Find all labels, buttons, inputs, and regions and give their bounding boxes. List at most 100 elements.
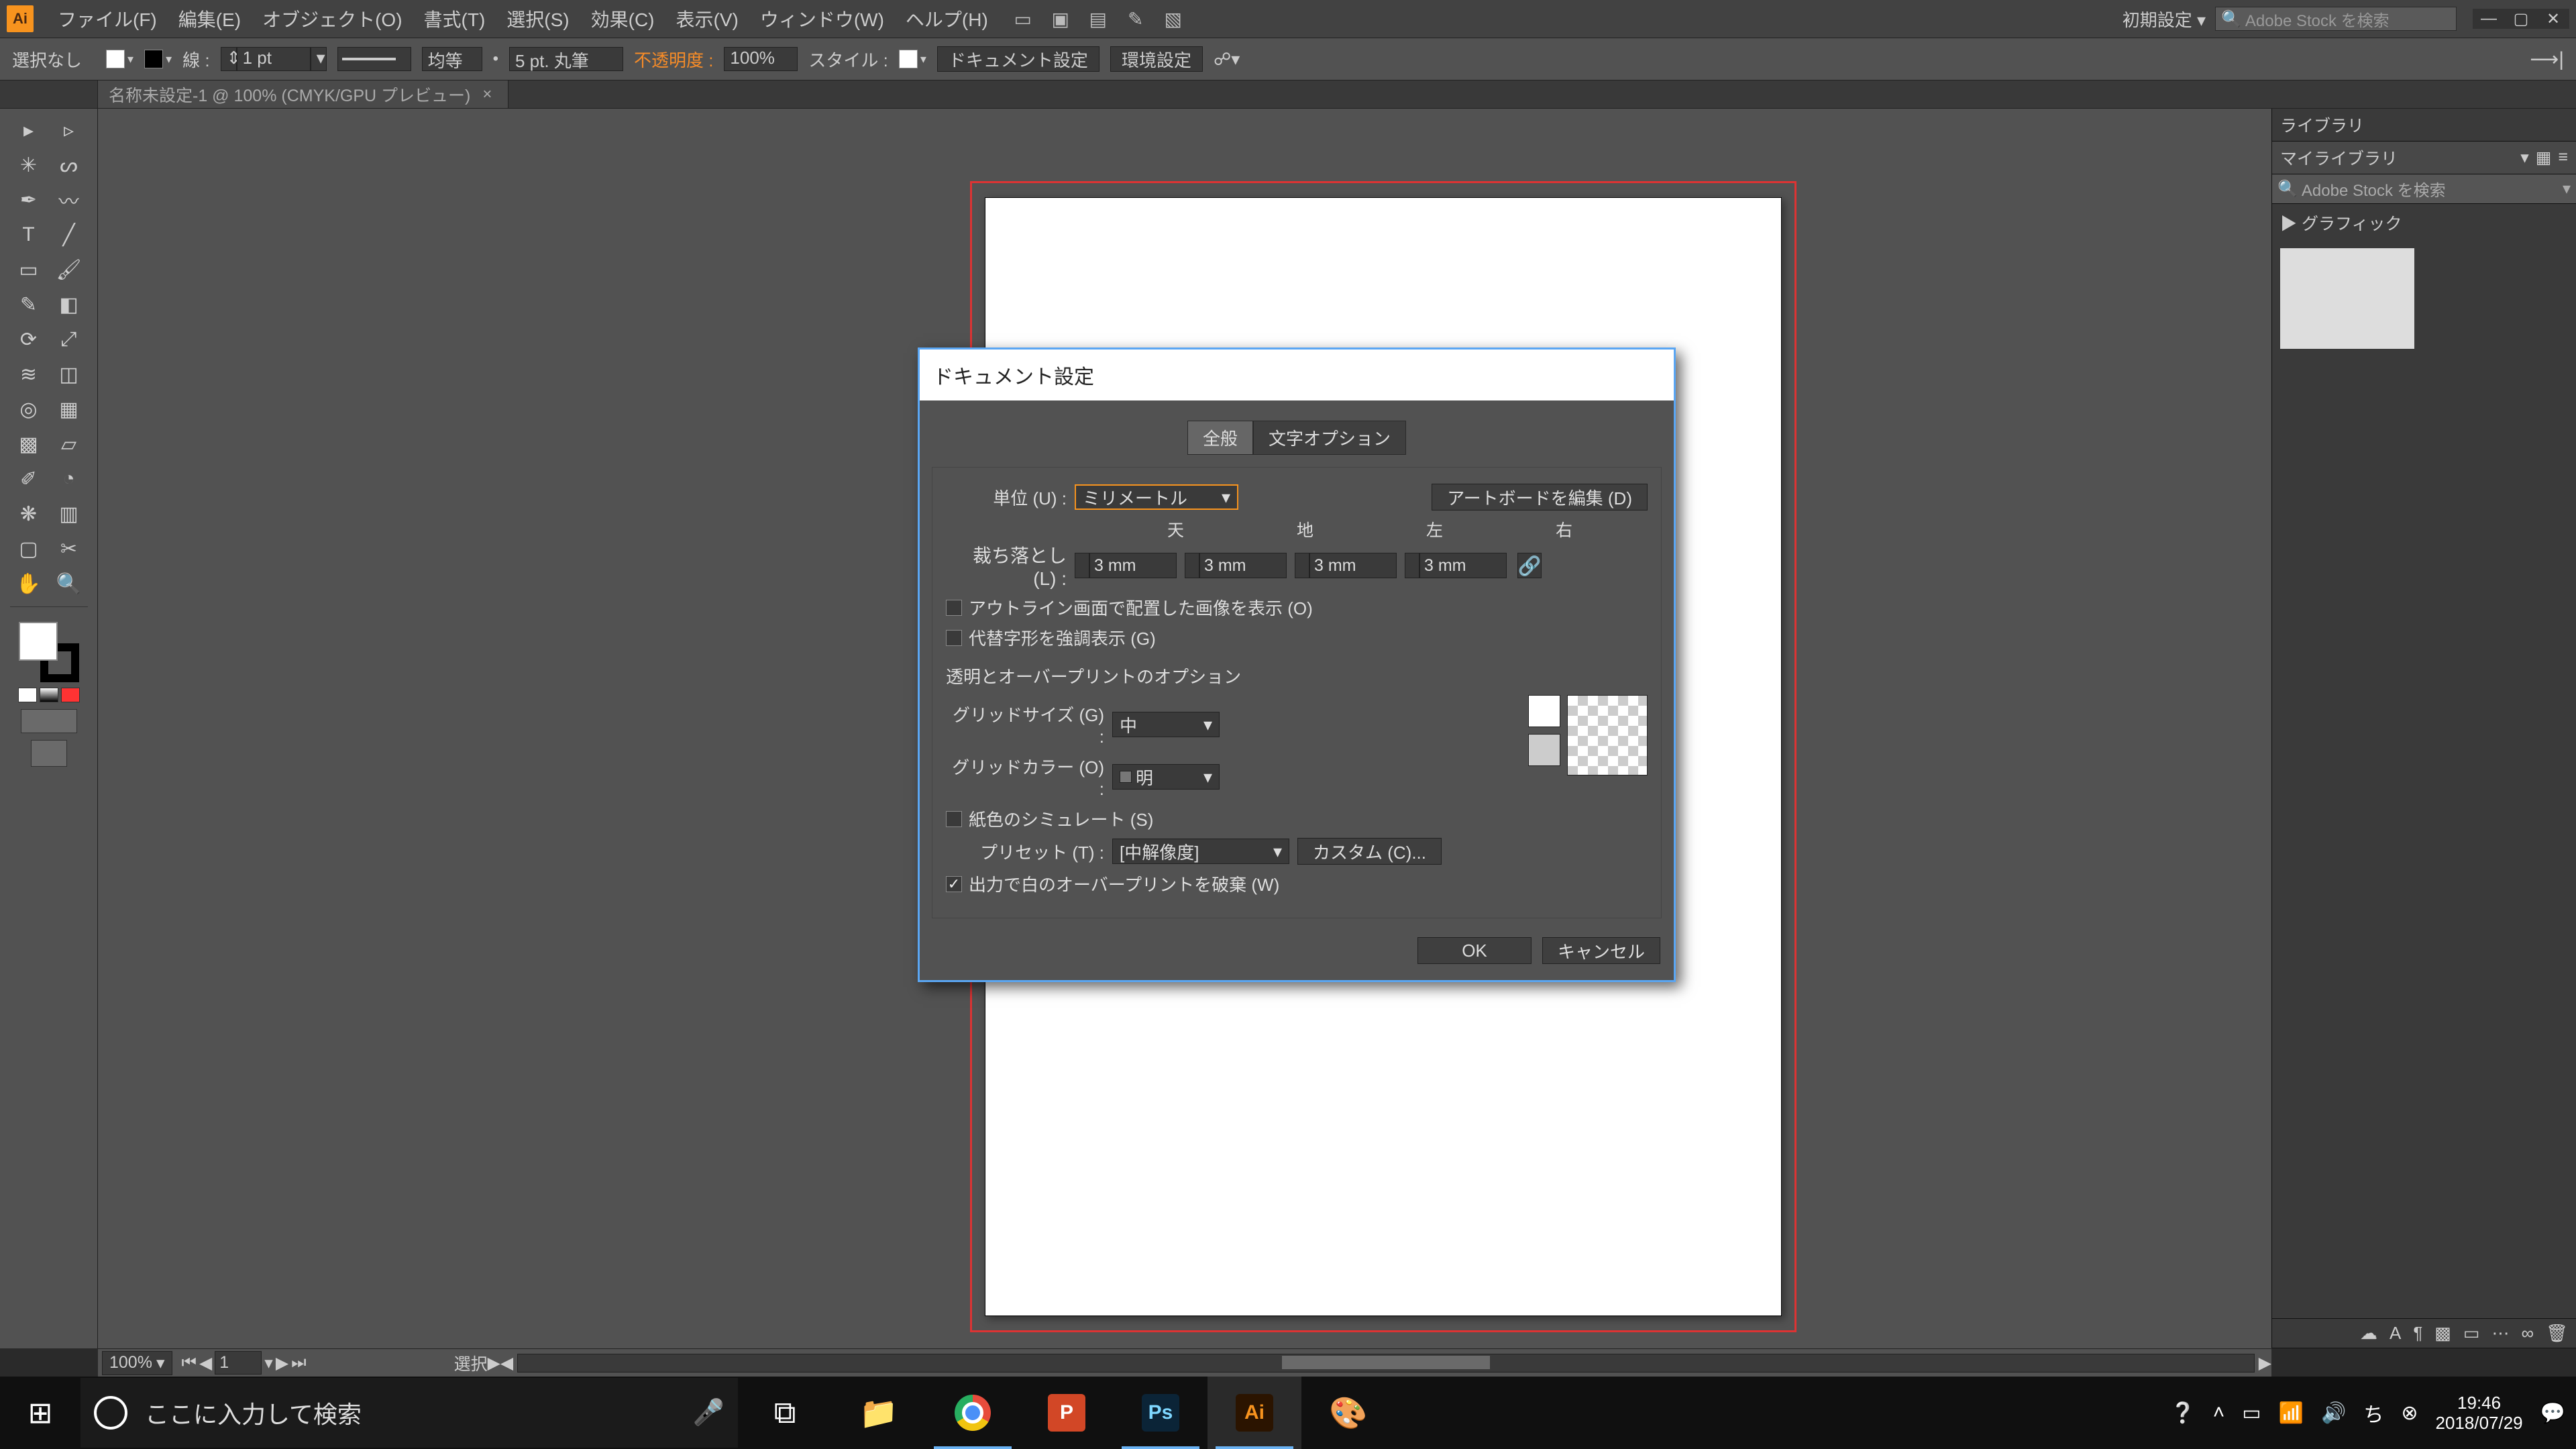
perspective-grid-tool[interactable]: ▦ xyxy=(50,393,88,425)
mesh-tool[interactable]: ▩ xyxy=(10,428,48,460)
brush-select[interactable]: 5 pt. 丸筆 xyxy=(509,47,623,71)
taskbar-chrome[interactable] xyxy=(926,1377,1020,1449)
minimize-button[interactable]: — xyxy=(2473,9,2505,29)
units-select[interactable]: ミリメートル▾ xyxy=(1075,484,1238,510)
dash-select[interactable]: 均等 xyxy=(422,47,482,71)
stroke-weight-stepper[interactable]: ⇕ 1 pt ▾ xyxy=(221,47,327,71)
tray-wifi-icon[interactable]: 📶 xyxy=(2279,1401,2304,1425)
symbol-sprayer-tool[interactable]: ❋ xyxy=(10,498,48,530)
windows-search[interactable]: ここに入力して検索 🎤 xyxy=(80,1378,738,1448)
document-tab[interactable]: 名称未設定-1 @ 100% (CMYK/GPU プレビュー) × xyxy=(98,80,508,108)
slice-tool[interactable]: ✂ xyxy=(50,533,88,565)
rotate-tool[interactable]: ⟳ xyxy=(10,323,48,356)
lasso-tool[interactable]: ᔕ xyxy=(50,149,88,181)
page-input[interactable]: 1 xyxy=(215,1351,262,1375)
lib-paragraph-icon[interactable]: ¶ xyxy=(2413,1323,2422,1344)
task-view-button[interactable]: ⧉ xyxy=(738,1377,832,1449)
lib-list-view-icon[interactable]: ≡ xyxy=(2558,148,2568,168)
lib-dropdown-icon[interactable]: ▾ xyxy=(2520,148,2529,168)
align-icon[interactable]: ☍▾ xyxy=(1214,49,1240,70)
bleed-right-input[interactable] xyxy=(1405,553,1507,578)
opacity-input[interactable]: 100% xyxy=(724,47,798,71)
preset-custom-button[interactable]: カスタム (C)... xyxy=(1297,838,1442,865)
mic-icon[interactable]: 🎤 xyxy=(693,1398,724,1428)
lib-type-icon[interactable]: A xyxy=(2390,1323,2401,1344)
workspace-switcher[interactable]: 初期設定 ▾ xyxy=(2123,7,2206,32)
gpu-icon[interactable]: ▭ xyxy=(1012,8,1034,30)
width-tool[interactable]: ≋ xyxy=(10,358,48,390)
dialog-tab-type[interactable]: 文字オプション xyxy=(1253,421,1406,455)
fill-swatch[interactable]: ▾ xyxy=(106,50,133,68)
color-mode-row[interactable] xyxy=(13,688,85,702)
menu-window[interactable]: ウィンドウ(W) xyxy=(749,5,895,32)
bleed-top-input[interactable] xyxy=(1075,553,1177,578)
eraser-tool[interactable]: ◧ xyxy=(50,288,88,321)
zoom-select[interactable]: 100%▾ xyxy=(102,1351,172,1375)
lib-cloud-icon[interactable]: ☁ xyxy=(2360,1323,2377,1344)
dialog-tab-general[interactable]: 全般 xyxy=(1187,421,1253,455)
grid-color-select[interactable]: 明▾ xyxy=(1112,764,1220,790)
simulate-paper-checkbox[interactable] xyxy=(946,811,962,827)
alt-glyphs-checkbox[interactable] xyxy=(946,630,962,646)
paintbrush-tool[interactable]: 🖌 xyxy=(50,254,88,286)
menu-object[interactable]: オブジェクト(O) xyxy=(252,5,413,32)
menu-type[interactable]: 書式(T) xyxy=(413,5,496,32)
curvature-tool[interactable]: 〰 xyxy=(50,184,88,216)
menu-effect[interactable]: 効果(C) xyxy=(580,5,665,32)
stroke-profile[interactable] xyxy=(337,47,411,71)
artboard-pager[interactable]: ⏮◀ 1 ▾▶⏭ xyxy=(182,1351,307,1375)
library-asset-thumbnail[interactable] xyxy=(2280,248,2414,349)
menu-view[interactable]: 表示(V) xyxy=(665,5,749,32)
grid-color-2[interactable] xyxy=(1528,734,1560,766)
gradient-tool[interactable]: ▱ xyxy=(50,428,88,460)
share-icon[interactable]: ▧ xyxy=(1163,8,1184,30)
taskbar-explorer[interactable]: 📁 xyxy=(832,1377,926,1449)
tray-help-icon[interactable]: ❔ xyxy=(2170,1401,2195,1425)
libraries-selector[interactable]: マイライブラリ ▾ ▦ ≡ xyxy=(2272,142,2576,174)
tray-clock[interactable]: 19:46 2018/07/29 xyxy=(2436,1393,2523,1433)
zoom-tool[interactable]: 🔍 xyxy=(50,568,88,600)
blend-tool[interactable]: ◔ xyxy=(50,463,88,495)
arrange-docs-icon[interactable]: ▣ xyxy=(1050,8,1071,30)
h-scroll-right[interactable]: ▶ xyxy=(2259,1353,2271,1373)
horizontal-scrollbar[interactable] xyxy=(517,1354,2255,1373)
type-tool[interactable]: T xyxy=(10,219,48,251)
dialog-ok-button[interactable]: OK xyxy=(1417,937,1532,964)
magic-wand-tool[interactable]: ✳ xyxy=(10,149,48,181)
outline-images-checkbox[interactable] xyxy=(946,600,962,616)
eyedropper-tool[interactable]: ✐ xyxy=(10,463,48,495)
lib-delete-icon[interactable]: 🗑 xyxy=(2546,1323,2568,1344)
lib-infinity-icon[interactable]: ∞ xyxy=(2521,1323,2534,1344)
stroke-swatch[interactable]: ▾ xyxy=(144,50,172,68)
tray-volume-icon[interactable]: 🔊 xyxy=(2321,1401,2346,1425)
document-setup-button[interactable]: ドキュメント設定 xyxy=(937,46,1099,72)
menu-help[interactable]: ヘルプ(H) xyxy=(895,5,999,32)
libraries-tab[interactable]: ライブラリ xyxy=(2272,109,2576,142)
selection-tool[interactable]: ▸ xyxy=(10,114,48,146)
grid-size-select[interactable]: 中▾ xyxy=(1112,712,1220,737)
lib-color-icon[interactable]: ▩ xyxy=(2434,1323,2451,1344)
shape-builder-tool[interactable]: ◎ xyxy=(10,393,48,425)
draw-mode-buttons[interactable] xyxy=(21,709,77,733)
taskbar-illustrator[interactable]: Ai xyxy=(1208,1377,1301,1449)
graphic-style-swatch[interactable]: ▾ xyxy=(899,50,926,68)
annotation-icon[interactable]: ✎ xyxy=(1125,8,1146,30)
fill-stroke-swatch[interactable] xyxy=(19,622,79,682)
bleed-left-input[interactable] xyxy=(1295,553,1397,578)
preset-select[interactable]: [中解像度]▾ xyxy=(1112,839,1289,864)
screen-mode-button[interactable] xyxy=(31,740,67,767)
adobe-stock-search[interactable]: 🔍 Adobe Stock を検索 xyxy=(2215,7,2457,31)
taskbar-photoshop[interactable]: Ps xyxy=(1114,1377,1208,1449)
dialog-cancel-button[interactable]: キャンセル xyxy=(1542,937,1660,964)
bleed-link-icon[interactable]: 🔗 xyxy=(1517,553,1542,578)
bleed-bottom-input[interactable] xyxy=(1185,553,1287,578)
tray-notifications-icon[interactable]: 💬 xyxy=(2540,1401,2565,1425)
lib-add-icon[interactable]: ▭ xyxy=(2463,1323,2480,1344)
shaper-tool[interactable]: ✎ xyxy=(10,288,48,321)
menu-file[interactable]: ファイル(F) xyxy=(47,5,168,32)
lib-overflow-icon[interactable]: ⋯ xyxy=(2491,1323,2509,1344)
line-tool[interactable]: ╱ xyxy=(50,219,88,251)
edit-artboards-button[interactable]: アートボードを編集 (D) xyxy=(1432,484,1648,511)
hand-tool[interactable]: ✋ xyxy=(10,568,48,600)
close-button[interactable]: ✕ xyxy=(2537,9,2569,29)
